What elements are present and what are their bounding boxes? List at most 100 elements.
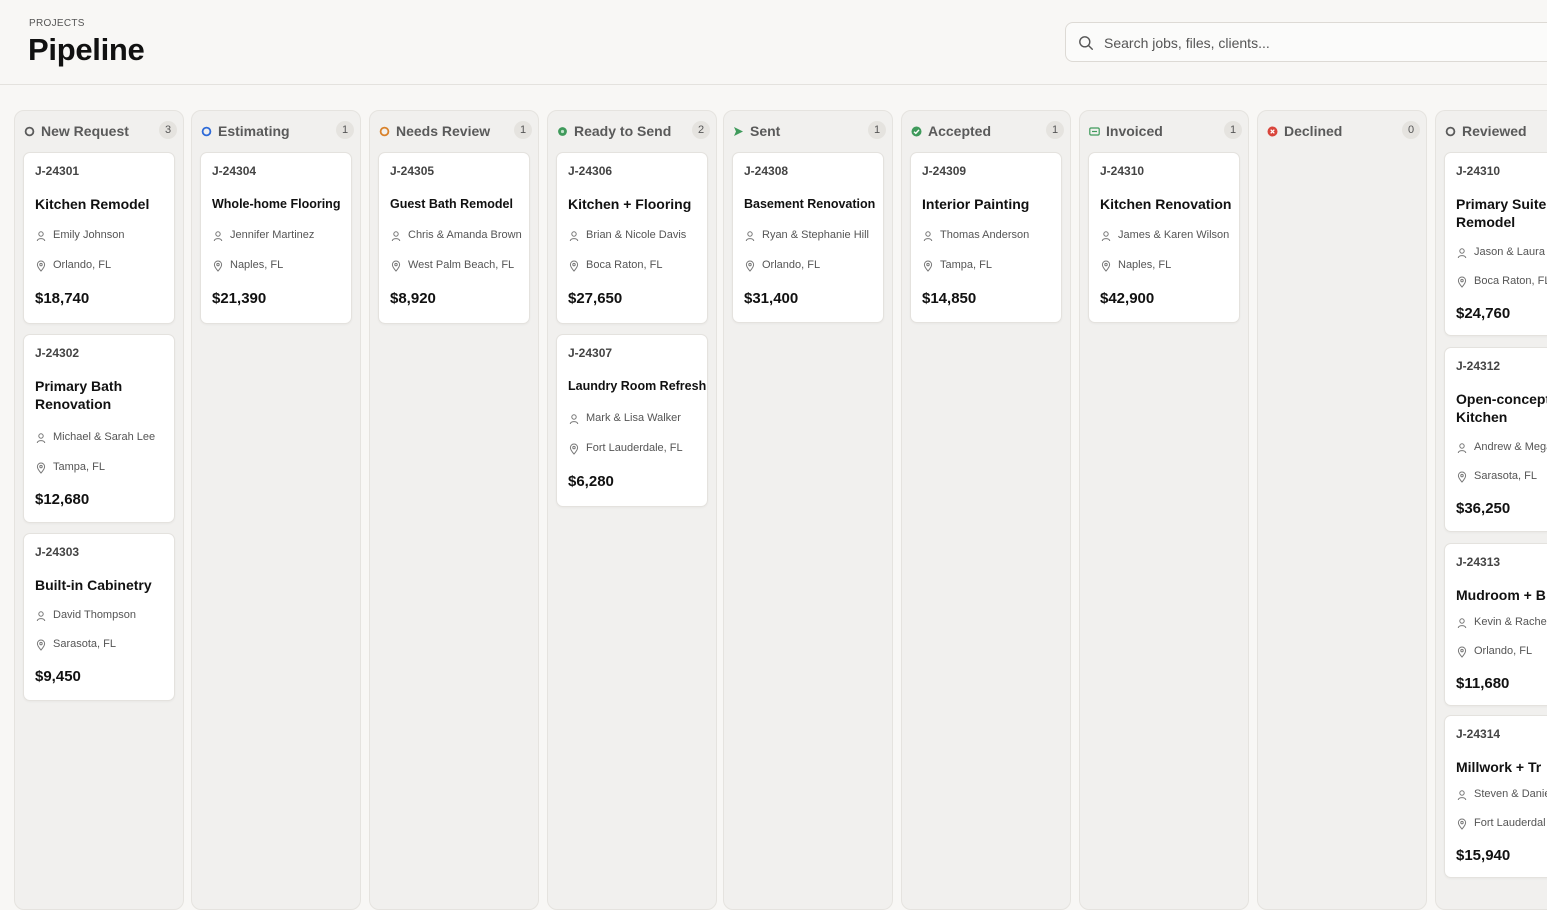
user-icon (745, 231, 755, 242)
column-accepted: Accepted 1 J-24309 Interior Painting Tho… (901, 110, 1071, 910)
column-title: Invoiced (1106, 123, 1163, 139)
job-title: Kitchen Remodel (35, 196, 150, 212)
map-pin-icon (36, 260, 46, 272)
job-card[interactable]: J-24308 Basement Renovation Ryan & Steph… (732, 152, 884, 323)
user-icon (569, 414, 579, 425)
job-id: J-24308 (744, 164, 789, 178)
map-pin-icon (1457, 471, 1467, 483)
search-input[interactable] (1104, 32, 1524, 54)
user-icon (923, 231, 933, 242)
job-amount: $42,900 (1100, 290, 1155, 307)
job-title: Millwork + Tr (1456, 759, 1542, 775)
job-amount: $9,450 (35, 668, 81, 685)
job-title: Open-concept Kitchen (1456, 391, 1547, 425)
client-name: Steven & Danie (1474, 788, 1547, 800)
job-location: Fort Lauderdal (1474, 817, 1546, 829)
job-amount: $27,650 (568, 290, 623, 307)
column-header[interactable]: Ready to Send 2 (548, 111, 716, 151)
column-header[interactable]: Reviewed (1436, 111, 1547, 151)
job-amount: $24,760 (1456, 305, 1511, 322)
column-title: Sent (750, 123, 781, 139)
client-name: Kevin & Rachel (1474, 616, 1547, 628)
job-amount: $15,940 (1456, 847, 1511, 864)
client-name: David Thompson (53, 609, 136, 621)
map-pin-icon (923, 260, 933, 272)
column-title: Needs Review (396, 123, 491, 139)
job-card[interactable]: J-24310 Primary Suite Remodel Jason & La… (1444, 152, 1547, 336)
job-card[interactable]: J-24312 Open-concept Kitchen Andrew & Me… (1444, 347, 1547, 532)
job-title: Kitchen + Flooring (568, 196, 692, 212)
job-title: Primary Bath Renovation (35, 378, 123, 412)
client-name: Andrew & Mega (1474, 441, 1547, 453)
job-location: Tampa, FL (53, 461, 105, 473)
job-card[interactable]: J-24313 Mudroom + B Kevin & Rachel Orlan… (1444, 543, 1547, 706)
job-id: J-24306 (568, 164, 613, 178)
job-card[interactable]: J-24304 Whole-home Flooring Jennifer Mar… (200, 152, 352, 324)
page-title: Pipeline (28, 32, 145, 67)
map-pin-icon (1457, 646, 1467, 658)
user-icon (213, 231, 223, 242)
user-icon (1457, 443, 1467, 454)
job-title: Primary Suite Remodel (1456, 196, 1547, 230)
job-id: J-24305 (390, 164, 435, 178)
circle-outline-icon (201, 126, 212, 137)
column-header[interactable]: Needs Review 1 (370, 111, 538, 151)
job-card[interactable]: J-24307 Laundry Room Refresh Mark & Lisa… (556, 334, 708, 507)
job-location: Naples, FL (230, 259, 284, 271)
map-pin-icon (569, 260, 579, 272)
job-card[interactable]: J-24309 Interior Painting Thomas Anderso… (910, 152, 1062, 323)
job-card[interactable]: J-24310 Kitchen Renovation James & Karen… (1088, 152, 1240, 323)
column-estimating: Estimating 1 J-24304 Whole-home Flooring… (191, 110, 361, 910)
job-id: J-24301 (35, 164, 80, 178)
map-pin-icon (36, 639, 46, 651)
column-title: Accepted (928, 123, 992, 139)
client-name: Mark & Lisa Walker (586, 412, 681, 424)
column-count-badge: 2 (692, 121, 710, 139)
job-card[interactable]: J-24303 Built-in Cabinetry David Thompso… (23, 533, 175, 701)
column-sent: Sent 1 J-24308 Basement Renovation Ryan … (723, 110, 893, 910)
column-header[interactable]: Declined 0 (1258, 111, 1426, 151)
job-location: Boca Raton, FL (586, 259, 663, 271)
column-count-badge: 1 (514, 121, 532, 139)
client-name: Michael & Sarah Lee (53, 431, 156, 443)
client-name: Thomas Anderson (940, 229, 1030, 241)
invoice-icon (1089, 127, 1100, 136)
column-title: Ready to Send (574, 123, 672, 139)
job-title: Guest Bath Remodel (390, 197, 513, 211)
job-title: Mudroom + B (1456, 587, 1546, 603)
client-name: Brian & Nicole Davis (586, 229, 687, 241)
column-header[interactable]: Accepted 1 (902, 111, 1070, 151)
job-amount: $6,280 (568, 473, 614, 490)
job-location: Sarasota, FL (53, 638, 116, 650)
column-header[interactable]: Estimating 1 (192, 111, 360, 151)
job-amount: $31,400 (744, 290, 799, 307)
column-new-request: New Request 3 J-24301 Kitchen Remodel Em… (14, 110, 184, 910)
job-amount: $12,680 (35, 491, 90, 508)
job-id: J-24313 (1456, 555, 1501, 569)
job-location: Fort Lauderdale, FL (586, 442, 683, 454)
circle-outline-icon (24, 126, 35, 137)
column-invoiced: Invoiced 1 J-24310 Kitchen Renovation Ja… (1079, 110, 1249, 910)
job-card[interactable]: J-24301 Kitchen Remodel Emily Johnson Or… (23, 152, 175, 324)
column-header[interactable]: Sent 1 (724, 111, 892, 151)
search-box[interactable] (1065, 22, 1547, 62)
job-card[interactable]: J-24305 Guest Bath Remodel Chris & Amand… (378, 152, 530, 324)
job-card[interactable]: J-24314 Millwork + Tr Steven & Danie For… (1444, 715, 1547, 878)
user-icon (1101, 231, 1111, 242)
map-pin-icon (745, 260, 755, 272)
job-card[interactable]: J-24302 Primary Bath Renovation Michael … (23, 334, 175, 523)
user-icon (569, 231, 579, 242)
job-title: Laundry Room Refresh (568, 379, 707, 393)
send-icon (734, 127, 743, 136)
column-header[interactable]: New Request 3 (15, 111, 183, 151)
user-icon (1457, 618, 1467, 629)
search-icon (1079, 36, 1094, 51)
job-amount: $8,920 (390, 290, 436, 307)
circle-outline-icon (1445, 126, 1456, 137)
client-name: Chris & Amanda Brown (408, 229, 522, 241)
column-count-badge: 1 (1046, 121, 1064, 139)
job-card[interactable]: J-24306 Kitchen + Flooring Brian & Nicol… (556, 152, 708, 324)
column-header[interactable]: Invoiced 1 (1080, 111, 1248, 151)
column-title: Estimating (218, 123, 290, 139)
job-amount: $14,850 (922, 290, 977, 307)
